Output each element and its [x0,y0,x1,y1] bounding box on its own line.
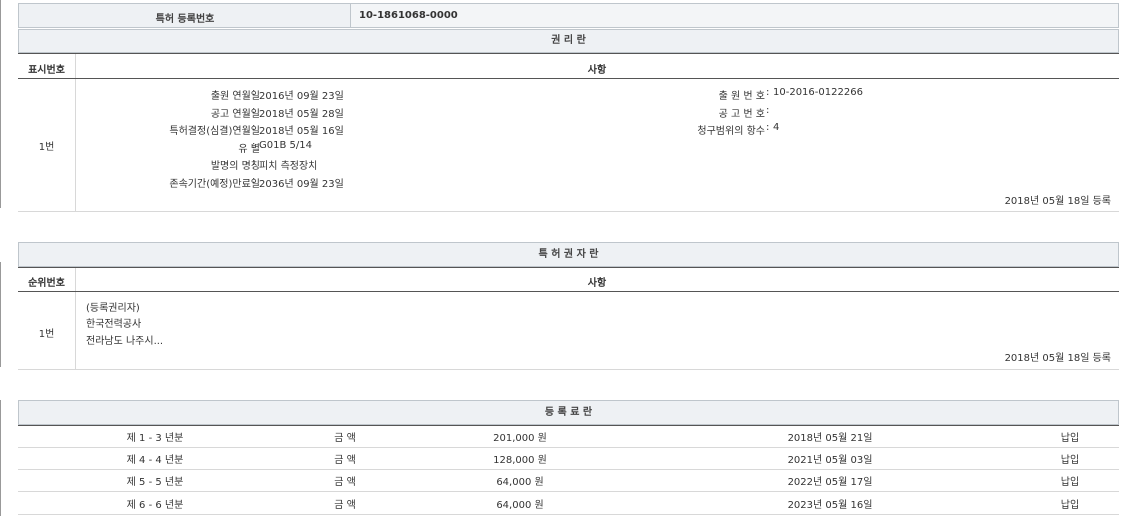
fee-amount-label: 금 액 [310,451,380,466]
fee-amount-label: 금 액 [310,429,380,444]
field-value: 2018년 05월 16일 [259,122,344,137]
divider [18,78,1119,79]
rights-section-header: 권 리 란 [18,29,1119,53]
fee-amount: 128,000 원 [470,451,570,466]
patent-number-value-cell: 10-1861068-0000 [350,3,1119,28]
fee-amount-label: 금 액 [310,473,380,488]
field-value: 2018년 05월 28일 [259,105,344,120]
field-value: G01B 5/14 [259,140,312,151]
field-value: 2016년 09월 23일 [259,87,344,102]
fee-period: 제 5 - 5 년분 [100,473,210,488]
colon: : [766,87,769,98]
fee-status: 납입 [1040,429,1100,444]
fee-period: 제 1 - 3 년분 [100,429,210,444]
field-label: 특허결정(심결)연월일 [169,122,260,137]
fees-section-title: 등 록 료 란 [545,407,592,418]
colon: : [766,122,769,133]
rights-section-title: 권 리 란 [551,35,586,46]
colon: : [252,122,255,133]
field-label: 존속기간(예정)만료일 [169,175,260,190]
fee-period: 제 6 - 6 년분 [100,496,210,511]
divider [18,425,1119,426]
divider [18,491,1119,492]
field-value: 피치 측정장치 [259,157,317,172]
field-value: 10-2016-0122266 [773,87,863,98]
rights-row-number: 1번 [18,138,75,153]
fee-status: 납입 [1040,496,1100,511]
divider [18,369,1119,370]
holder-name: 한국전력공사 [86,315,141,330]
holders-registration-date: 2018년 05월 18일 등록 [1005,349,1111,364]
patent-number-value: 10-1861068-0000 [359,10,458,21]
divider [18,53,1119,54]
colon: : [252,140,255,151]
divider [18,447,1119,448]
fee-amount: 64,000 원 [470,496,570,511]
holders-col-no-header: 순위번호 [18,274,75,289]
colon: : [252,87,255,98]
divider [18,469,1119,470]
holder-address: 전라남도 나주시... [86,332,163,347]
holder-role: (등록권리자) [86,299,140,314]
left-border-bottom [0,400,1,516]
divider [18,211,1119,212]
fee-amount-label: 금 액 [310,496,380,511]
divider [18,514,1119,515]
fee-date: 2023년 05월 16일 [770,496,890,511]
fee-date: 2018년 05월 21일 [770,429,890,444]
rights-registration-date: 2018년 05월 18일 등록 [1005,192,1111,207]
field-value: 4 [773,122,779,133]
holders-section-header: 특 허 권 자 란 [18,242,1119,267]
rights-col-no-header: 표시번호 [18,61,75,76]
colon: : [252,105,255,116]
colon: : [252,175,255,186]
patent-number-label: 특허 등록번호 [19,10,351,25]
field-value: 2036년 09월 23일 [259,175,344,190]
colon: : [766,105,769,116]
left-border-top [0,0,1,208]
field-label: 출 원 번 호 [719,87,765,102]
rights-col-content-header: 사항 [75,61,1119,76]
left-border-mid [0,262,1,367]
fee-status: 납입 [1040,473,1100,488]
holders-row-number: 1번 [18,325,75,340]
field-label: 유 별 [238,140,260,155]
fee-amount: 201,000 원 [470,429,570,444]
fee-status: 납입 [1040,451,1100,466]
holders-section-title: 특 허 권 자 란 [539,249,599,260]
divider [18,267,1119,268]
field-label: 청구범위의 항수 [697,122,765,137]
divider [18,291,1119,292]
fee-amount: 64,000 원 [470,473,570,488]
fee-date: 2022년 05월 17일 [770,473,890,488]
colon: : [252,157,255,168]
fees-section-header: 등 록 료 란 [18,400,1119,425]
field-label: 공 고 번 호 [719,105,765,120]
fee-period: 제 4 - 4 년분 [100,451,210,466]
holders-col-content-header: 사항 [75,274,1119,289]
fee-date: 2021년 05월 03일 [770,451,890,466]
